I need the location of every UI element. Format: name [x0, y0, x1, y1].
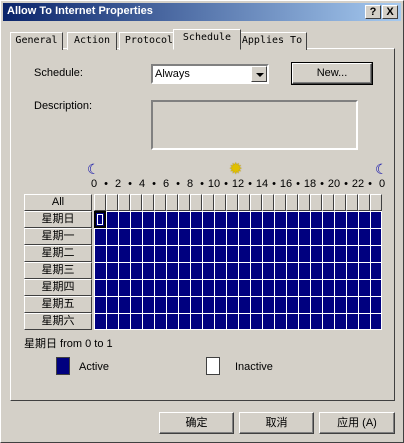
chevron-down-icon[interactable] [251, 66, 267, 82]
hour-column-header[interactable] [358, 194, 370, 211]
hour-column-header[interactable] [238, 194, 250, 211]
hour-ruler: 0 • 2 • 4 • 6 • 8 • 10 • 12 • 14 • 16 • … [87, 178, 387, 192]
hour-column-header[interactable] [130, 194, 142, 211]
schedule-dropdown-value: Always [155, 68, 190, 80]
hour-column-header[interactable] [262, 194, 274, 211]
focused-cell[interactable] [94, 211, 106, 228]
hour-column-header[interactable] [310, 194, 322, 211]
day-row-header[interactable]: 星期三 [24, 262, 92, 279]
hour-column-header[interactable] [118, 194, 130, 211]
tab-action[interactable]: Action [67, 32, 117, 50]
hour-column-header[interactable] [94, 194, 106, 211]
day-row-header[interactable]: 星期六 [24, 313, 92, 330]
hour-column-header[interactable] [142, 194, 154, 211]
hour-column-header[interactable] [190, 194, 202, 211]
description-label: Description: [34, 100, 93, 112]
hour-column-header[interactable] [166, 194, 178, 211]
select-all-button[interactable]: All [24, 194, 92, 211]
properties-dialog: Allow To Internet Properties ? X General… [0, 0, 404, 443]
schedule-dropdown[interactable]: Always [151, 64, 269, 84]
hour-column-header[interactable] [214, 194, 226, 211]
hour-column-header[interactable] [226, 194, 238, 211]
hour-column-header[interactable] [106, 194, 118, 211]
day-row-header[interactable]: 星期一 [24, 228, 92, 245]
day-row-header[interactable]: 星期五 [24, 296, 92, 313]
sun-icon: ✹ [229, 161, 243, 178]
hour-column-header[interactable] [286, 194, 298, 211]
inactive-legend-label: Inactive [235, 361, 273, 373]
new-schedule-button[interactable]: New... [291, 62, 373, 85]
schedule-label: Schedule: [34, 67, 83, 79]
day-row-header[interactable]: 星期四 [24, 279, 92, 296]
moon-icon: ☾ [375, 161, 388, 177]
hour-column-header[interactable] [274, 194, 286, 211]
hour-column-header[interactable] [202, 194, 214, 211]
hour-column-header[interactable] [370, 194, 382, 211]
help-button[interactable]: ? [365, 5, 381, 19]
cancel-button[interactable]: 取消 [239, 412, 314, 434]
hour-column-header[interactable] [250, 194, 262, 211]
tab-general[interactable]: General [10, 32, 63, 50]
schedule-cells[interactable] [94, 211, 382, 330]
title-bar[interactable]: Allow To Internet Properties ? X [3, 3, 401, 21]
close-button[interactable]: X [382, 5, 398, 19]
hour-column-header[interactable] [178, 194, 190, 211]
selection-status: 星期日 from 0 to 1 [24, 338, 113, 350]
hour-column-header[interactable] [346, 194, 358, 211]
apply-button[interactable]: 应用 (A) [319, 412, 395, 434]
hour-label: 0 [378, 178, 386, 190]
day-row-header[interactable]: 星期二 [24, 245, 92, 262]
active-swatch [56, 357, 70, 375]
hour-column-header[interactable] [322, 194, 334, 211]
hour-column-header[interactable] [334, 194, 346, 211]
moon-icon: ☾ [87, 161, 100, 177]
hour-column-header[interactable] [298, 194, 310, 211]
hour-column-header[interactable] [154, 194, 166, 211]
inactive-swatch [206, 357, 220, 375]
description-field [151, 100, 358, 150]
ok-button[interactable]: 确定 [159, 412, 234, 434]
schedule-label-text: Schedule: [34, 67, 83, 79]
day-row-header[interactable]: 星期日 [24, 211, 92, 228]
tab-schedule[interactable]: Schedule [173, 29, 241, 50]
active-legend-label: Active [79, 361, 109, 373]
tab-protocol[interactable]: Protocol [119, 32, 179, 50]
window-title: Allow To Internet Properties [7, 5, 153, 17]
tab-applies-to[interactable]: Applies To [237, 32, 307, 50]
